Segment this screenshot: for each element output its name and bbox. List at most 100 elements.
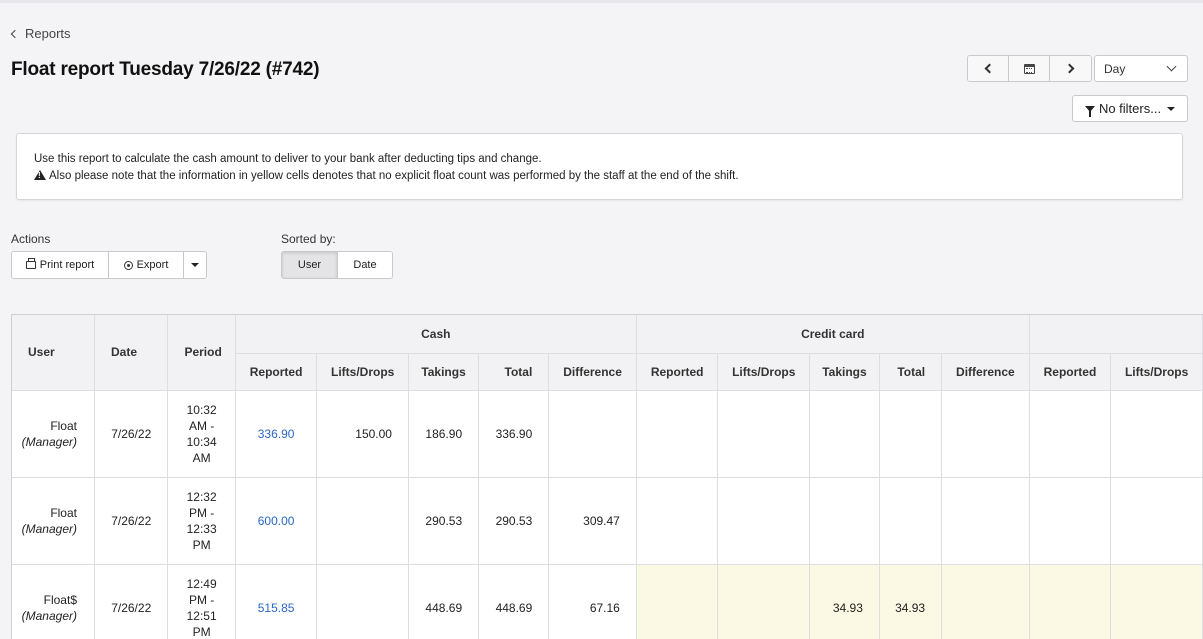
- col-card-takings: Takings: [809, 353, 880, 391]
- caret-down-icon: [191, 263, 199, 267]
- next-reported: [1028, 477, 1112, 565]
- col-card-reported: Reported: [635, 353, 719, 391]
- top-border: [0, 0, 1203, 3]
- next-lifts: [1110, 390, 1203, 478]
- date-navigation: [967, 55, 1092, 82]
- report-table: User Date Period Cash Credit card Report…: [12, 315, 1203, 639]
- export-options-toggle[interactable]: [184, 252, 206, 278]
- cash-reported-link[interactable]: 515.85: [235, 564, 318, 639]
- card-total: 34.93: [879, 564, 943, 639]
- actions-button-group: Print report Export: [11, 251, 207, 279]
- chevron-left-icon: [10, 29, 20, 39]
- cash-difference: 67.16: [548, 564, 637, 639]
- caret-down-icon: [1167, 106, 1176, 111]
- card-reported: [635, 390, 719, 478]
- col-user: User: [12, 315, 95, 391]
- group-next: [1028, 315, 1203, 354]
- cash-difference: [548, 390, 637, 478]
- card-takings: 34.93: [809, 564, 880, 639]
- back-to-reports-link[interactable]: Reports: [10, 26, 71, 41]
- col-period: Period: [167, 315, 236, 391]
- col-next-reported: Reported: [1028, 353, 1112, 391]
- cash-total: 290.53: [478, 477, 550, 565]
- cash-total: 336.90: [478, 390, 550, 478]
- calendar-button[interactable]: [1009, 56, 1050, 81]
- float-report-table: User Date Period Cash Credit card Report…: [11, 314, 1203, 639]
- cash-lifts: [316, 477, 409, 565]
- col-cash-difference: Difference: [548, 353, 637, 391]
- cell-date: 7/26/22: [94, 390, 169, 478]
- next-reported: [1028, 564, 1112, 639]
- cash-reported-link[interactable]: 336.90: [235, 390, 318, 478]
- group-credit-card: Credit card: [635, 315, 1030, 354]
- col-card-lifts: Lifts/Drops: [717, 353, 811, 391]
- cash-takings: 290.53: [408, 477, 480, 565]
- cell-user: Float$ (Manager): [12, 564, 95, 639]
- cash-total: 448.69: [478, 564, 550, 639]
- cash-takings: 186.90: [408, 390, 480, 478]
- warning-icon: [34, 170, 46, 180]
- export-button[interactable]: Export: [109, 252, 184, 278]
- next-reported: [1028, 390, 1112, 478]
- period-select[interactable]: Day: [1094, 55, 1188, 82]
- sorted-by-label: Sorted by:: [281, 232, 336, 246]
- back-link-label: Reports: [25, 26, 71, 41]
- col-next-lifts: Lifts/Drops: [1110, 353, 1203, 391]
- cash-reported-link[interactable]: 600.00: [235, 477, 318, 565]
- card-reported: [635, 477, 719, 565]
- next-day-button[interactable]: [1050, 56, 1091, 81]
- col-cash-takings: Takings: [408, 353, 480, 391]
- card-lifts: [717, 390, 811, 478]
- cell-user: Float (Manager): [12, 477, 95, 565]
- printer-icon: [25, 258, 36, 269]
- cell-date: 7/26/22: [94, 564, 169, 639]
- filters-dropdown-button[interactable]: No filters...: [1072, 95, 1188, 122]
- print-report-label: Print report: [39, 259, 95, 271]
- cell-period: 12:32 PM -12:33 PM: [167, 477, 236, 565]
- col-cash-total: Total: [478, 353, 550, 391]
- filters-label: No filters...: [1098, 101, 1162, 116]
- cell-period: 12:49 PM -12:51 PM: [167, 564, 236, 639]
- cell-date: 7/26/22: [94, 477, 169, 565]
- info-text-1: Use this report to calculate the cash am…: [34, 153, 542, 165]
- card-takings: [809, 390, 880, 478]
- calendar-icon: [1023, 63, 1035, 74]
- card-total: [879, 390, 943, 478]
- page-title: Float report Tuesday 7/26/22 (#742): [11, 59, 320, 80]
- card-total: [879, 477, 943, 565]
- actions-label: Actions: [11, 232, 51, 246]
- table-row: Float$ (Manager) 7/26/22 12:49 PM -12:51 PM…: [12, 564, 1203, 639]
- col-card-difference: Difference: [941, 353, 1030, 391]
- col-date: Date: [94, 315, 169, 391]
- chevron-left-icon: [984, 63, 995, 74]
- chevron-down-icon: [1166, 61, 1177, 72]
- period-select-value: Day: [1104, 61, 1126, 76]
- info-panel: Use this report to calculate the cash am…: [16, 133, 1183, 200]
- sort-user-button[interactable]: User: [282, 252, 338, 278]
- next-lifts: [1110, 477, 1203, 565]
- cash-takings: 448.69: [408, 564, 480, 639]
- export-label: Export: [136, 259, 169, 271]
- cell-period: 10:32 AM -10:34 AM: [167, 390, 236, 478]
- card-takings: [809, 477, 880, 565]
- cash-difference: 309.47: [548, 477, 637, 565]
- card-reported: [635, 564, 719, 639]
- previous-day-button[interactable]: [968, 56, 1009, 81]
- sort-date-button[interactable]: Date: [338, 252, 392, 278]
- next-lifts: [1110, 564, 1203, 639]
- cell-user: Float (Manager): [12, 390, 95, 478]
- table-row: Float (Manager) 7/26/22 12:32 PM -12:33 PM …: [12, 477, 1203, 565]
- card-difference: [941, 390, 1030, 478]
- table-row: Float (Manager) 7/26/22 10:32 AM -10:34 AM …: [12, 390, 1203, 478]
- sort-toggle-group: User Date: [281, 251, 393, 279]
- col-cash-reported: Reported: [235, 353, 318, 391]
- cash-lifts: [316, 564, 409, 639]
- card-difference: [941, 477, 1030, 565]
- print-report-button[interactable]: Print report: [12, 252, 109, 278]
- info-text-2: Also please note that the information in…: [49, 170, 739, 182]
- info-text-2-wrap: Also please note that the information in…: [34, 168, 1165, 185]
- cash-lifts: 150.00: [316, 390, 409, 478]
- chevron-right-icon: [1064, 63, 1074, 74]
- col-cash-lifts: Lifts/Drops: [316, 353, 409, 391]
- card-lifts: [717, 477, 811, 565]
